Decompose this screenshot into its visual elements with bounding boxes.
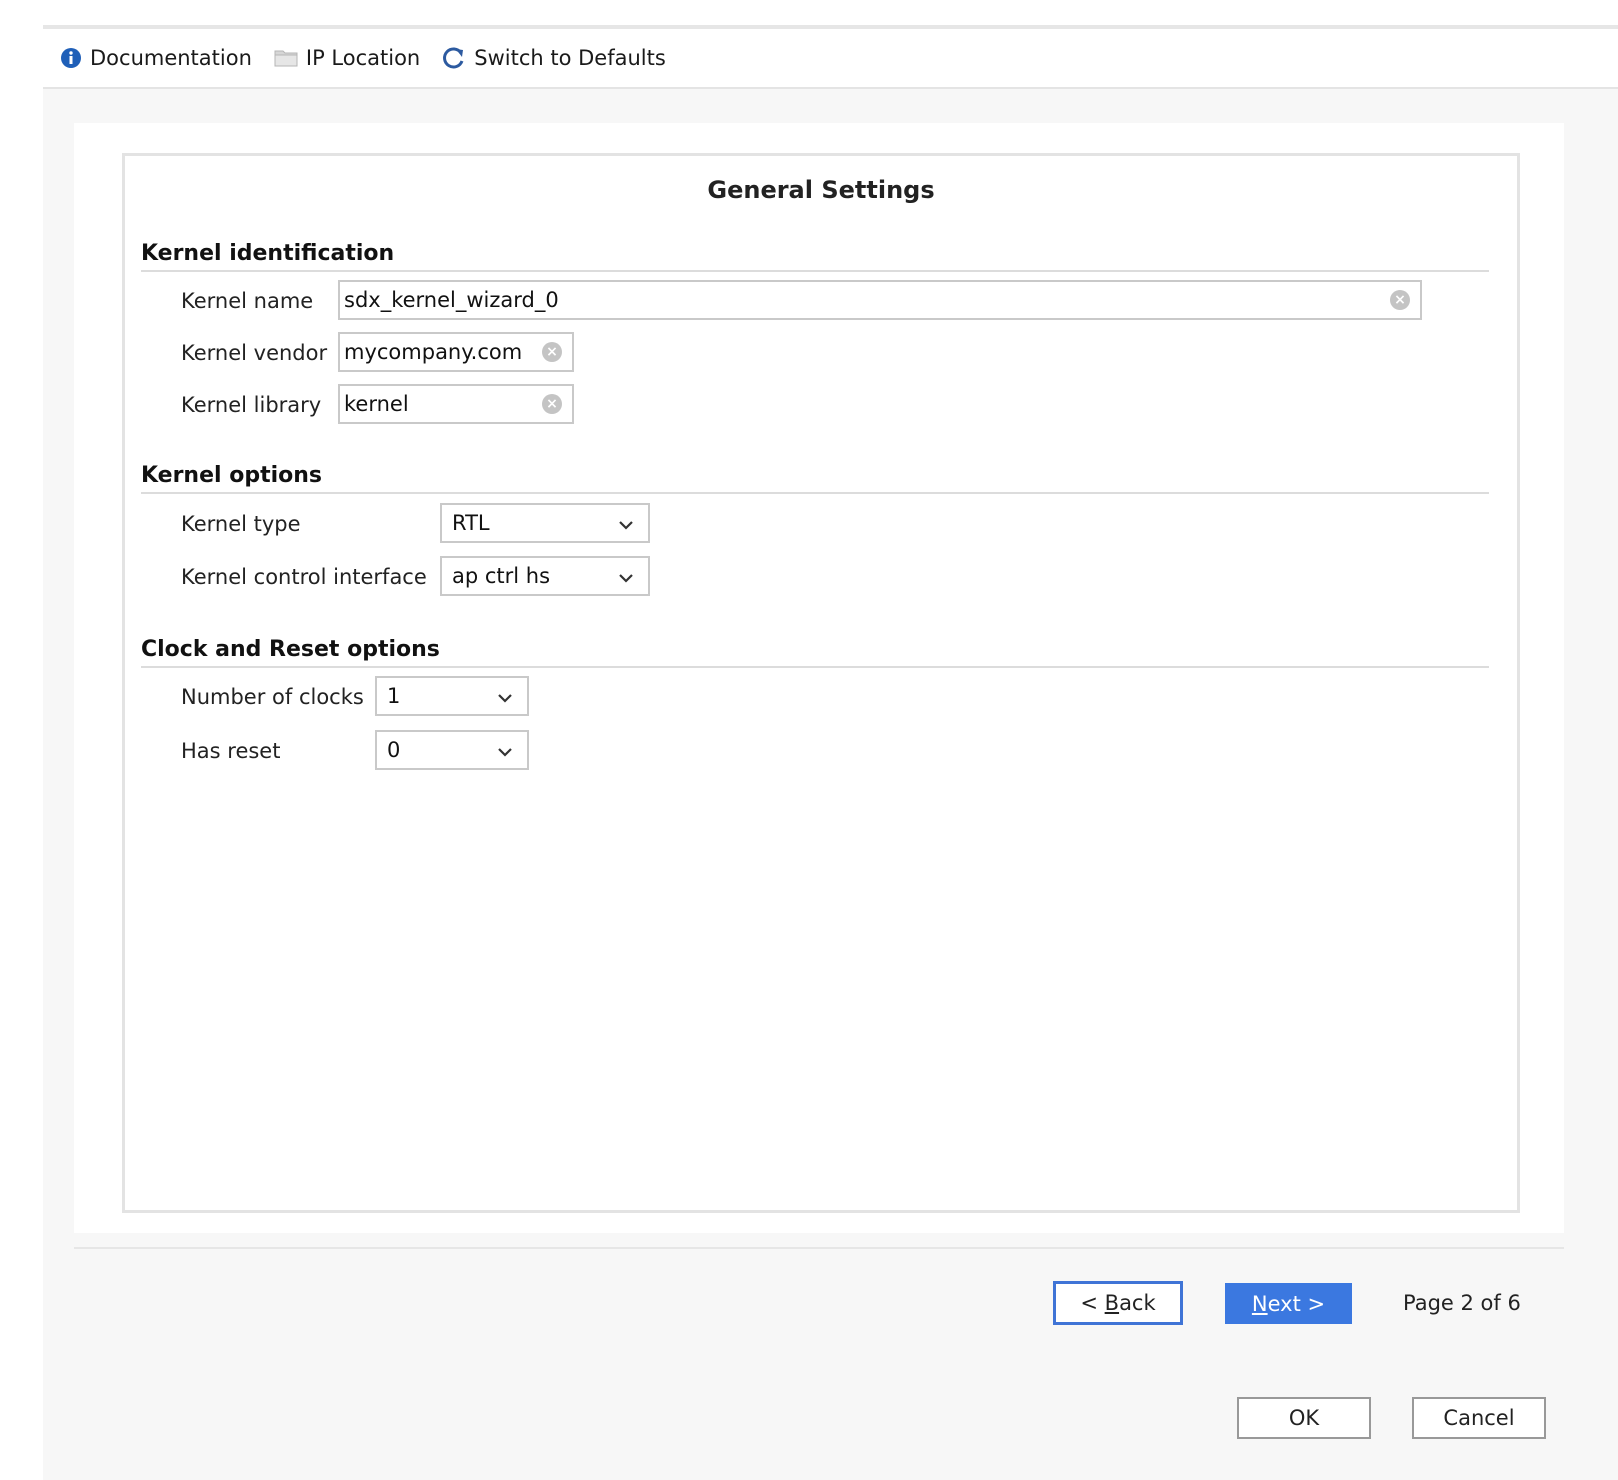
- section-clock-reset-options: Clock and Reset options: [141, 637, 440, 662]
- switch-to-defaults-button[interactable]: Switch to Defaults: [442, 46, 666, 70]
- info-icon: [60, 47, 82, 69]
- footer-divider: [74, 1247, 1564, 1249]
- panel-title: General Settings: [707, 176, 935, 204]
- kernel-vendor-value: mycompany.com: [344, 340, 523, 364]
- switch-to-defaults-label: Switch to Defaults: [474, 46, 666, 70]
- kernel-type-label: Kernel type: [181, 512, 301, 536]
- toolbar: Documentation IP Location Switch to Defa…: [43, 29, 1618, 89]
- kernel-library-input[interactable]: kernel ×: [338, 384, 574, 424]
- kernel-type-select[interactable]: RTL: [440, 503, 650, 543]
- general-settings-panel: General Settings Kernel identification K…: [122, 153, 1520, 1213]
- number-of-clocks-label: Number of clocks: [181, 685, 364, 709]
- section-divider: [141, 666, 1489, 668]
- kernel-vendor-label: Kernel vendor: [181, 341, 328, 365]
- ok-button[interactable]: OK: [1237, 1397, 1371, 1439]
- chevron-down-icon: [497, 738, 513, 762]
- has-reset-label: Has reset: [181, 739, 281, 763]
- clear-icon[interactable]: ×: [542, 394, 562, 414]
- content-area: General Settings Kernel identification K…: [74, 123, 1564, 1233]
- documentation-label: Documentation: [90, 46, 252, 70]
- kernel-library-label: Kernel library: [181, 393, 322, 417]
- kernel-library-value: kernel: [344, 392, 409, 416]
- next-button[interactable]: Next >: [1225, 1283, 1352, 1324]
- kernel-control-interface-value: ap ctrl hs: [452, 564, 551, 588]
- documentation-button[interactable]: Documentation: [60, 46, 252, 70]
- clear-icon[interactable]: ×: [542, 342, 562, 362]
- clear-icon[interactable]: ×: [1390, 290, 1410, 310]
- kernel-control-interface-select[interactable]: ap ctrl hs: [440, 556, 650, 596]
- kernel-name-label: Kernel name: [181, 289, 314, 313]
- ip-location-label: IP Location: [305, 46, 421, 70]
- kernel-vendor-input[interactable]: mycompany.com ×: [338, 332, 574, 372]
- has-reset-value: 0: [387, 738, 401, 762]
- back-button[interactable]: < Back: [1053, 1281, 1183, 1325]
- chevron-down-icon: [618, 564, 634, 588]
- back-label-rest: ack: [1119, 1291, 1156, 1315]
- next-mnemonic: N: [1251, 1291, 1268, 1316]
- folder-icon: [274, 48, 298, 68]
- number-of-clocks-value: 1: [387, 684, 401, 708]
- ip-location-button[interactable]: IP Location: [274, 46, 420, 70]
- kernel-type-value: RTL: [452, 511, 490, 535]
- kernel-name-input[interactable]: sdx_kernel_wizard_0 ×: [338, 280, 1422, 320]
- page-indicator: Page 2 of 6: [1403, 1291, 1521, 1315]
- back-mnemonic: B: [1104, 1291, 1120, 1315]
- chevron-down-icon: [497, 684, 513, 708]
- section-kernel-options: Kernel options: [141, 463, 323, 488]
- back-prefix: <: [1080, 1291, 1105, 1315]
- section-divider: [141, 492, 1489, 494]
- cancel-button[interactable]: Cancel: [1412, 1397, 1546, 1439]
- section-kernel-identification: Kernel identification: [141, 241, 395, 266]
- next-label-rest: ext >: [1267, 1291, 1326, 1316]
- kernel-name-value: sdx_kernel_wizard_0: [344, 288, 559, 312]
- section-divider: [141, 270, 1489, 272]
- chevron-down-icon: [618, 511, 634, 535]
- has-reset-select[interactable]: 0: [375, 730, 529, 770]
- refresh-icon: [442, 46, 466, 70]
- kernel-control-interface-label: Kernel control interface: [181, 565, 427, 589]
- number-of-clocks-select[interactable]: 1: [375, 676, 529, 716]
- ip-customization-dialog: Documentation IP Location Switch to Defa…: [43, 25, 1618, 1480]
